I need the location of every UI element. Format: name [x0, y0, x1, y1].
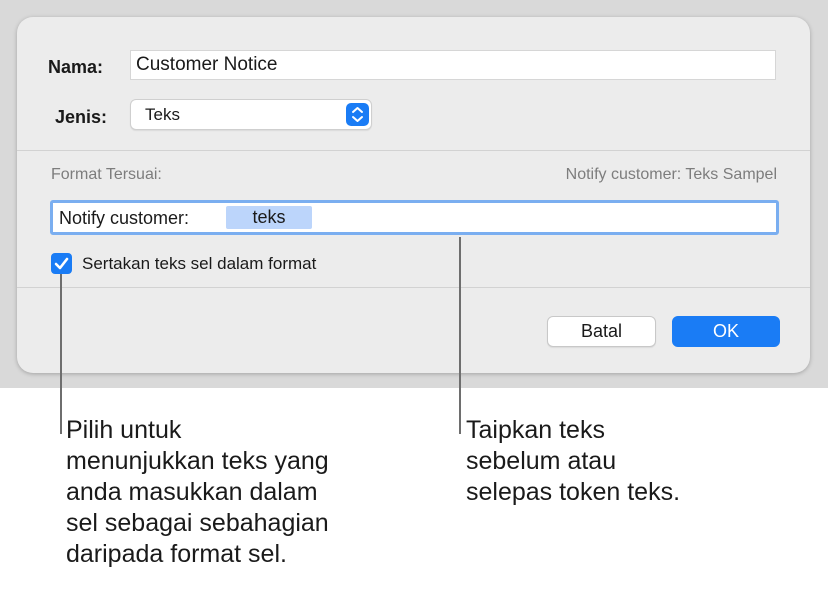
format-prefix-text[interactable]: Notify customer:: [59, 208, 189, 229]
custom-format-field[interactable]: Notify customer: teks: [50, 200, 779, 235]
name-field[interactable]: Customer Notice: [130, 50, 776, 80]
text-token[interactable]: teks: [226, 206, 312, 229]
type-popup[interactable]: Teks: [130, 99, 372, 130]
format-field-callout-line: [459, 237, 461, 434]
up-down-chevron-icon: [346, 103, 369, 126]
type-label: Jenis:: [55, 107, 108, 127]
footer-divider: [17, 287, 810, 288]
checkbox-callout-line: [60, 274, 62, 434]
cancel-button[interactable]: Batal: [547, 316, 656, 347]
format-sample-preview: Notify customer: Teks Sampel: [565, 166, 777, 183]
include-cell-text-checkbox[interactable]: [51, 253, 72, 274]
custom-format-dialog: Nama: Customer Notice Jenis: Teks Format…: [17, 17, 810, 373]
custom-format-label: Format Tersuai:: [51, 166, 162, 183]
format-field-callout-text: Taipkan teks sebelum atau selepas token …: [466, 416, 681, 506]
name-label: Nama:: [48, 57, 104, 77]
checkmark-icon: [54, 257, 69, 270]
type-popup-value: Teks: [145, 105, 180, 124]
ok-button[interactable]: OK: [672, 316, 780, 347]
include-cell-text-label[interactable]: Sertakan teks sel dalam format: [82, 254, 316, 274]
checkbox-callout-text: Pilih untuk menunjukkan teks yang anda m…: [66, 416, 329, 568]
section-divider: [17, 150, 810, 151]
